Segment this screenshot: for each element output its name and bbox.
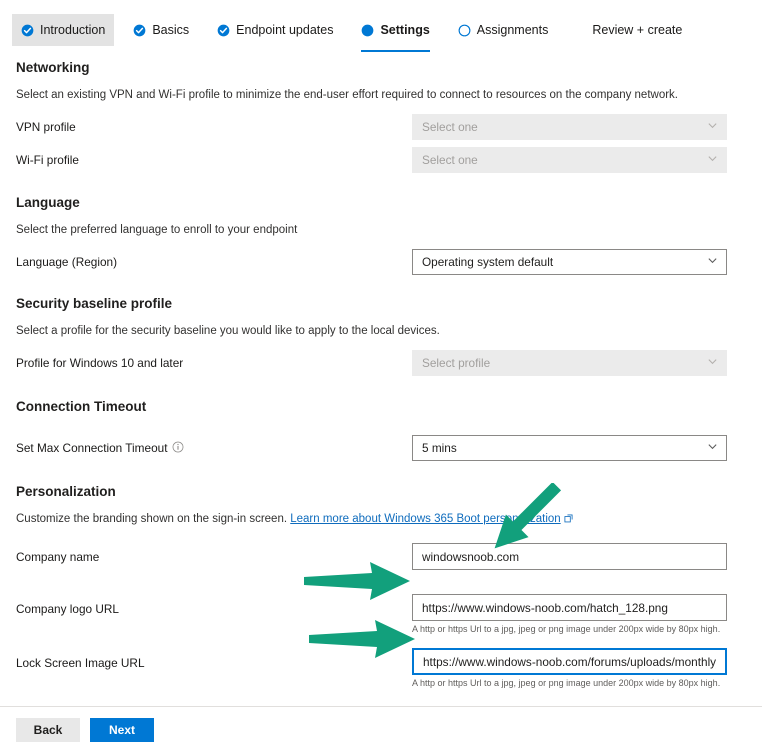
section-description-language: Select the preferred language to enroll …: [16, 224, 298, 236]
check-circle-filled-icon: [21, 24, 34, 37]
company-name-input[interactable]: [412, 543, 727, 570]
language-region-field: Operating system default: [412, 249, 727, 275]
personalization-learn-more-link[interactable]: Learn more about Windows 365 Boot person…: [290, 513, 560, 525]
language-region-dropdown[interactable]: Operating system default: [412, 249, 727, 275]
external-link-icon[interactable]: [564, 514, 573, 526]
tab-assignments[interactable]: Assignments: [449, 14, 558, 46]
lock-screen-url-field: A http or https Url to a jpg, jpeg or pn…: [412, 648, 727, 688]
company-logo-url-label: Company logo URL: [16, 602, 119, 616]
section-description-networking: Select an existing VPN and Wi-Fi profile…: [16, 89, 678, 101]
wifi-profile-dropdown[interactable]: Select one: [412, 147, 727, 173]
circle-filled-icon: [361, 24, 374, 37]
chevron-down-icon: [707, 356, 718, 370]
field-row-security-profile: Profile for Windows 10 and later Select …: [0, 349, 762, 377]
field-row-company-logo-url: Company logo URL A http or https Url to …: [0, 594, 762, 634]
section-title-networking: Networking: [16, 60, 90, 75]
section-title-language: Language: [16, 195, 80, 210]
vpn-profile-value: Select one: [422, 120, 478, 134]
max-connection-timeout-dropdown[interactable]: 5 mins: [412, 435, 727, 461]
settings-form: Networking Select an existing VPN and Wi…: [0, 52, 762, 688]
field-row-company-name: Company name: [0, 542, 762, 572]
vpn-profile-label: VPN profile: [16, 120, 76, 134]
tab-label: Basics: [152, 23, 190, 37]
field-row-lock-screen-url: Lock Screen Image URL A http or https Ur…: [0, 648, 762, 688]
company-logo-url-hint: A http or https Url to a jpg, jpeg or pn…: [412, 624, 721, 634]
company-logo-url-field: A http or https Url to a jpg, jpeg or pn…: [412, 594, 727, 634]
wizard-footer: Back Next: [16, 718, 154, 742]
section-title-personalization: Personalization: [16, 484, 116, 499]
max-connection-timeout-value: 5 mins: [422, 441, 457, 455]
circle-outline-icon: [458, 24, 471, 37]
section-description-security-baseline: Select a profile for the security baseli…: [16, 325, 440, 337]
chevron-down-icon: [707, 120, 718, 134]
vpn-profile-dropdown[interactable]: Select one: [412, 114, 727, 140]
field-row-max-connection-timeout: Set Max Connection Timeout 5 mins: [0, 434, 762, 462]
back-button[interactable]: Back: [16, 718, 80, 742]
personalization-description-text: Customize the branding shown on the sign…: [16, 513, 291, 525]
wizard-tab-strip: Introduction Basics Endpoint updates Set…: [0, 0, 762, 52]
chevron-down-icon: [707, 441, 718, 455]
lock-screen-url-label: Lock Screen Image URL: [16, 656, 145, 670]
tab-introduction[interactable]: Introduction: [12, 14, 115, 46]
tab-label: Introduction: [40, 23, 106, 37]
company-name-field: [412, 543, 727, 570]
next-button[interactable]: Next: [90, 718, 154, 742]
section-title-connection-timeout: Connection Timeout: [16, 399, 147, 414]
wifi-profile-field: Select one: [412, 147, 727, 173]
max-connection-timeout-label-text: Set Max Connection Timeout: [16, 441, 168, 455]
field-row-language-region: Language (Region) Operating system defau…: [0, 248, 762, 276]
company-logo-url-input[interactable]: [412, 594, 727, 621]
language-region-label: Language (Region): [16, 255, 118, 269]
settings-wizard-page: Introduction Basics Endpoint updates Set…: [0, 0, 762, 750]
company-name-label: Company name: [16, 550, 100, 564]
tab-endpoint-updates[interactable]: Endpoint updates: [208, 14, 342, 46]
wifi-profile-label: Wi-Fi profile: [16, 153, 79, 167]
language-region-value: Operating system default: [422, 255, 554, 269]
tab-settings[interactable]: Settings: [352, 14, 438, 52]
footer-divider: [0, 706, 762, 707]
section-description-personalization: Customize the branding shown on the sign…: [0, 513, 762, 526]
max-connection-timeout-field: 5 mins: [412, 435, 727, 461]
tab-label: Assignments: [476, 23, 549, 37]
lock-screen-url-input[interactable]: [412, 648, 727, 675]
tab-basics[interactable]: Basics: [124, 14, 198, 46]
max-connection-timeout-label: Set Max Connection Timeout: [16, 441, 184, 456]
field-row-vpn-profile: VPN profile Select one: [0, 113, 762, 141]
tab-label: Review + create: [592, 23, 683, 37]
section-title-security-baseline: Security baseline profile: [16, 296, 173, 311]
info-icon[interactable]: [172, 441, 184, 456]
tab-label: Settings: [380, 23, 430, 37]
check-circle-filled-icon: [133, 24, 146, 37]
vpn-profile-field: Select one: [412, 114, 727, 140]
check-circle-filled-icon: [217, 24, 230, 37]
field-row-wifi-profile: Wi-Fi profile Select one: [0, 146, 762, 174]
wifi-profile-value: Select one: [422, 153, 478, 167]
tab-label: Endpoint updates: [236, 23, 334, 37]
chevron-down-icon: [707, 255, 718, 269]
chevron-down-icon: [707, 153, 718, 167]
security-profile-field: Select profile: [412, 350, 727, 376]
security-profile-label: Profile for Windows 10 and later: [16, 356, 184, 370]
tab-review-create[interactable]: Review + create: [583, 14, 691, 46]
lock-screen-url-hint: A http or https Url to a jpg, jpeg or pn…: [412, 678, 721, 688]
security-profile-value: Select profile: [422, 356, 491, 370]
security-profile-dropdown[interactable]: Select profile: [412, 350, 727, 376]
